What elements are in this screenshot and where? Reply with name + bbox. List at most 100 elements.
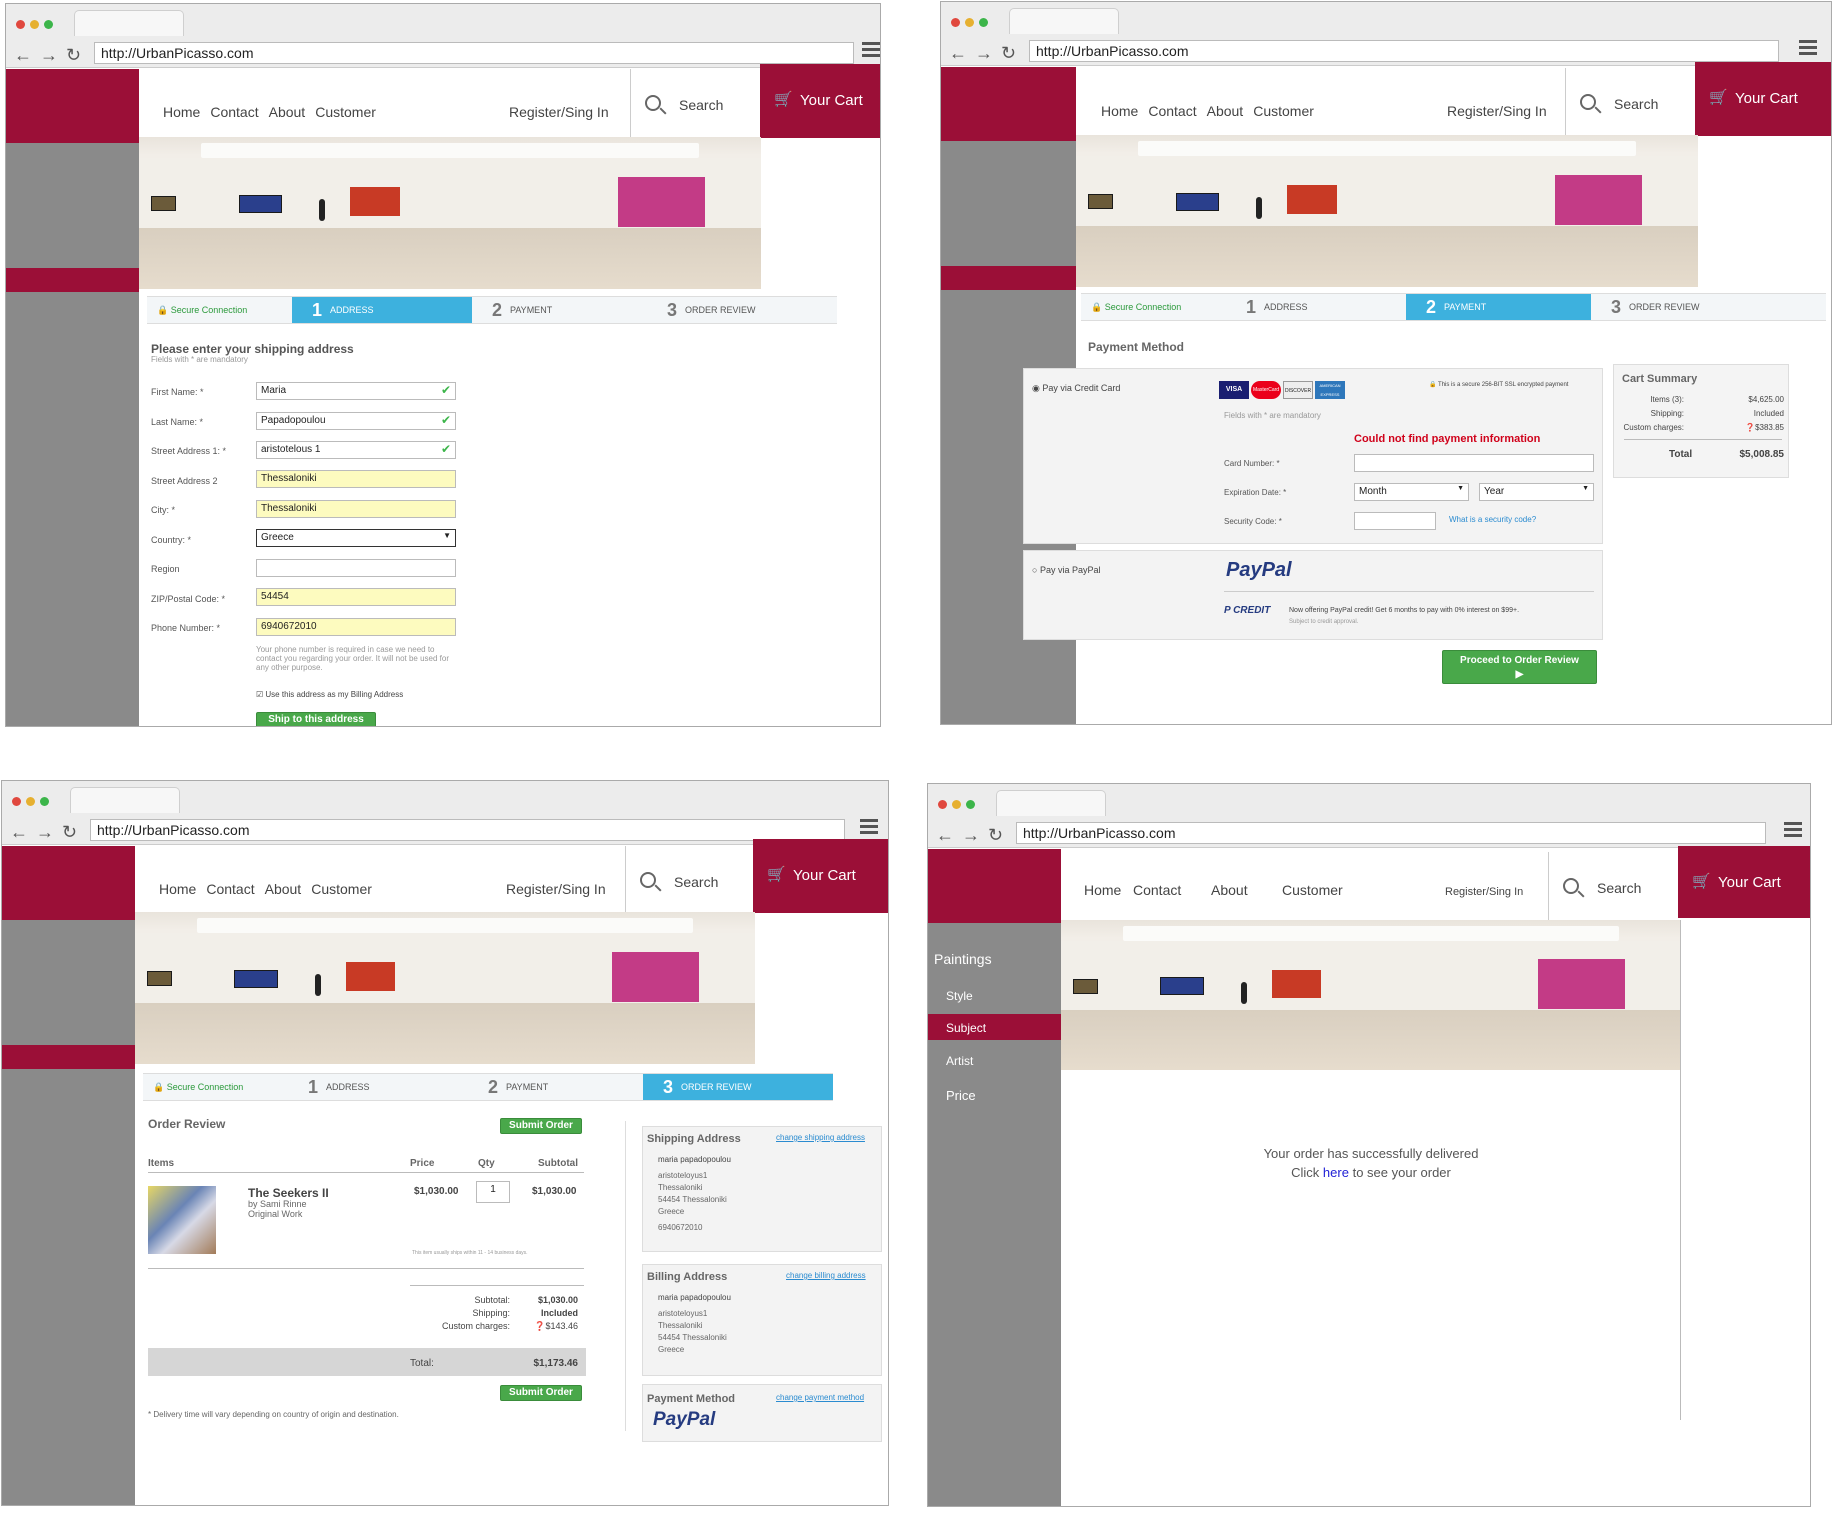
menu-icon[interactable]	[860, 819, 878, 837]
region-input[interactable]	[256, 559, 456, 577]
search-box[interactable]: Search	[1548, 852, 1678, 922]
menu-icon[interactable]	[862, 42, 880, 60]
qty-input[interactable]: 1	[476, 1181, 510, 1203]
help-icon[interactable]: ❓	[1745, 423, 1755, 432]
maximize-dot[interactable]	[979, 18, 988, 27]
cart-button[interactable]: 🛒 Your Cart	[1678, 846, 1810, 918]
close-dot[interactable]	[12, 797, 21, 806]
url-bar[interactable]: http://UrbanPicasso.com	[94, 42, 854, 64]
checkbox-icon[interactable]: ☑	[256, 690, 263, 699]
billing-checkbox-row[interactable]: ☑ Use this address as my Billing Address	[256, 690, 403, 699]
menu-icon[interactable]	[1799, 40, 1817, 58]
nav-customer[interactable]: Customer	[1282, 882, 1343, 898]
step-payment[interactable]: 2 PAYMENT	[472, 296, 647, 324]
category-style[interactable]: Style	[946, 989, 973, 1003]
radio-icon[interactable]: ○	[1032, 565, 1037, 575]
category-artist[interactable]: Artist	[946, 1054, 973, 1068]
cart-button[interactable]: 🛒 Your Cart	[760, 64, 880, 138]
reload-icon[interactable]: ↻	[988, 826, 1003, 844]
browser-tab[interactable]	[996, 790, 1106, 816]
nav-home[interactable]: Home	[159, 881, 196, 897]
step-review[interactable]: 3 ORDER REVIEW	[647, 296, 837, 324]
step-review[interactable]: 3 ORDER REVIEW	[643, 1073, 833, 1101]
browser-tab[interactable]	[1009, 8, 1119, 34]
maximize-dot[interactable]	[40, 797, 49, 806]
search-box[interactable]: Search	[1565, 68, 1695, 138]
street1-input[interactable]: aristotelous 1 ✔	[256, 441, 456, 459]
cart-button[interactable]: 🛒 Your Cart	[1695, 62, 1831, 136]
back-icon[interactable]: ←	[936, 826, 954, 844]
category-price[interactable]: Price	[946, 1088, 976, 1103]
zip-input[interactable]: 54454	[256, 588, 456, 606]
reload-icon[interactable]: ↻	[1001, 44, 1016, 62]
register-link[interactable]: Register/Sing In	[1447, 103, 1547, 119]
country-select[interactable]: Greece ▼	[256, 529, 456, 547]
browser-tab[interactable]	[70, 787, 180, 813]
nav-customer[interactable]: Customer	[1253, 103, 1314, 119]
nav-contact[interactable]: Contact	[206, 881, 254, 897]
step-address[interactable]: 1 ADDRESS	[292, 296, 472, 324]
nav-home[interactable]: Home	[163, 104, 200, 120]
reload-icon[interactable]: ↻	[66, 46, 81, 64]
ship-button[interactable]: Ship to this address	[256, 712, 376, 726]
forward-icon[interactable]: →	[40, 46, 58, 64]
security-help-link[interactable]: What is a security code?	[1449, 515, 1536, 524]
maximize-dot[interactable]	[966, 800, 975, 809]
nav-contact[interactable]: Contact	[1148, 103, 1196, 119]
back-icon[interactable]: ←	[949, 44, 967, 62]
item-name[interactable]: The Seekers II	[248, 1186, 329, 1200]
register-link[interactable]: Register/Sing In	[506, 881, 606, 897]
close-dot[interactable]	[938, 800, 947, 809]
forward-icon[interactable]: →	[975, 44, 993, 62]
step-review[interactable]: 3 ORDER REVIEW	[1591, 293, 1826, 321]
change-payment-link[interactable]: change payment method	[776, 1393, 864, 1402]
item-thumbnail[interactable]	[148, 1186, 216, 1254]
nav-about[interactable]: About	[1211, 882, 1282, 898]
register-link[interactable]: Register/Sing In	[1445, 886, 1523, 898]
minimize-dot[interactable]	[26, 797, 35, 806]
back-icon[interactable]: ←	[14, 46, 32, 64]
paypal-radio[interactable]: ○ Pay via PayPal	[1032, 565, 1100, 575]
nav-contact[interactable]: Contact	[210, 104, 258, 120]
minimize-dot[interactable]	[30, 20, 39, 29]
nav-about[interactable]: About	[1207, 103, 1244, 119]
url-bar[interactable]: http://UrbanPicasso.com	[90, 819, 845, 841]
security-input[interactable]	[1354, 512, 1436, 530]
category-subject[interactable]: Subject	[946, 1021, 986, 1035]
search-box[interactable]: Search	[630, 69, 760, 139]
first-name-input[interactable]: Maria ✔	[256, 382, 456, 400]
browser-tab[interactable]	[74, 10, 184, 36]
back-icon[interactable]: ←	[10, 823, 28, 841]
street2-input[interactable]: Thessaloniki	[256, 470, 456, 488]
nav-home[interactable]: Home	[1101, 103, 1138, 119]
proceed-button[interactable]: Proceed to Order Review ▶	[1442, 650, 1597, 684]
last-name-input[interactable]: Papadopoulou ✔	[256, 412, 456, 430]
step-address[interactable]: 1 ADDRESS	[1226, 293, 1406, 321]
close-dot[interactable]	[951, 18, 960, 27]
submit-order-button-bottom[interactable]: Submit Order	[500, 1385, 582, 1401]
category-heading[interactable]: Paintings	[934, 951, 992, 967]
nav-about[interactable]: About	[269, 104, 306, 120]
step-address[interactable]: 1 ADDRESS	[288, 1073, 468, 1101]
credit-card-radio[interactable]: ◉ Pay via Credit Card	[1032, 383, 1120, 394]
month-select[interactable]: Month ▼	[1354, 483, 1469, 501]
phone-input[interactable]: 6940672010	[256, 618, 456, 636]
card-number-input[interactable]	[1354, 454, 1594, 472]
url-bar[interactable]: http://UrbanPicasso.com	[1016, 822, 1766, 844]
forward-icon[interactable]: →	[962, 826, 980, 844]
city-input[interactable]: Thessaloniki	[256, 500, 456, 518]
minimize-dot[interactable]	[952, 800, 961, 809]
minimize-dot[interactable]	[965, 18, 974, 27]
radio-icon[interactable]: ◉	[1032, 383, 1040, 393]
maximize-dot[interactable]	[44, 20, 53, 29]
register-link[interactable]: Register/Sing In	[509, 104, 609, 120]
nav-about[interactable]: About	[265, 881, 302, 897]
step-payment[interactable]: 2 PAYMENT	[1406, 293, 1591, 321]
menu-icon[interactable]	[1784, 822, 1802, 840]
cart-button[interactable]: 🛒 Your Cart	[753, 839, 888, 913]
nav-home[interactable]: Home	[1084, 882, 1133, 898]
search-box[interactable]: Search	[625, 846, 755, 916]
change-shipping-link[interactable]: change shipping address	[776, 1133, 865, 1142]
help-icon[interactable]: ❓	[534, 1321, 545, 1331]
nav-customer[interactable]: Customer	[311, 881, 372, 897]
